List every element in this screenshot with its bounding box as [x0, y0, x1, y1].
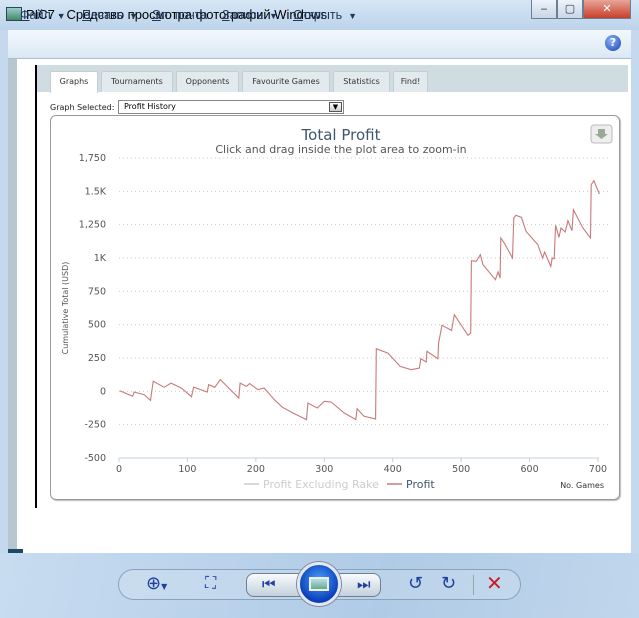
next-icon[interactable]: ⏭	[357, 575, 371, 593]
chevron-down-icon: ▼	[128, 11, 138, 21]
delete-icon[interactable]: ✕	[486, 571, 503, 595]
tab-find[interactable]: Find!	[393, 71, 428, 92]
y-axis-label: Cumulative Total (USD)	[61, 262, 70, 355]
x-tick-label: 600	[521, 464, 539, 475]
slideshow-icon	[309, 577, 329, 591]
x-tick-label: 100	[178, 464, 196, 475]
graph-selected-label: Graph Selected:	[50, 103, 115, 112]
chevron-down-icon: ▼	[348, 11, 358, 21]
y-tick-label: 0	[100, 386, 106, 397]
y-tick-label: 250	[88, 353, 106, 364]
legend-item-profit-excluding-rake[interactable]: Profit Excluding Rake	[244, 478, 379, 491]
x-tick-label: 400	[384, 464, 402, 475]
close-button[interactable]: ✕	[583, 0, 631, 19]
x-axis-label: No. Games	[560, 481, 604, 490]
rotate-left-icon[interactable]: ↺	[408, 573, 423, 594]
chart-subtitle: Click and drag inside the plot area to z…	[215, 143, 466, 156]
menu-bar	[8, 30, 631, 59]
help-icon[interactable]: ?	[605, 35, 621, 51]
tab-opponents[interactable]: Opponents	[176, 71, 239, 92]
zoom-icon[interactable]: ⊕▼	[146, 573, 167, 594]
profit-chart[interactable]: Total Profit Click and drag inside the p…	[51, 116, 621, 501]
chevron-down-icon: ▼	[269, 11, 278, 21]
menu-label: ткрыть	[302, 8, 343, 22]
rotate-right-icon[interactable]: ↻	[441, 573, 456, 594]
maximize-button[interactable]: ▢	[557, 0, 583, 19]
graph-select[interactable]: Profit History ▼	[118, 100, 344, 114]
y-tick-label: 500	[88, 320, 106, 331]
legend-label: Profit Excluding Rake	[263, 478, 379, 491]
menu-key: П	[82, 8, 91, 22]
left-edge	[8, 59, 17, 553]
menu-key: Э	[152, 8, 161, 22]
menu-label: ечать	[90, 8, 123, 22]
x-tick-label: 0	[116, 464, 122, 475]
chart-container[interactable]: Total Profit Click and drag inside the p…	[50, 115, 620, 500]
y-tick-label: 1,750	[79, 153, 106, 164]
previous-icon[interactable]: ⏮	[262, 575, 276, 593]
divider	[35, 65, 37, 508]
download-button[interactable]	[590, 124, 613, 144]
menu-print[interactable]: Печать ▼	[82, 8, 138, 22]
y-tick-label: -500	[84, 453, 106, 464]
menu-burn[interactable]: Запись ▼	[222, 8, 278, 22]
y-tick-label: 750	[88, 286, 106, 297]
tab-favourite-games[interactable]: Favourite Games	[242, 71, 330, 92]
tab-statistics[interactable]: Statistics	[333, 71, 390, 92]
y-tick-label: 1K	[94, 253, 107, 264]
menu-key: О	[293, 8, 303, 22]
slideshow-button[interactable]	[297, 562, 341, 606]
menu-key: Ф	[20, 8, 30, 22]
menu-label: апись	[229, 8, 264, 22]
legend-item-profit[interactable]: Profit	[387, 478, 435, 491]
chart-title: Total Profit	[301, 126, 381, 144]
fit-window-icon[interactable]: ⛶	[205, 573, 216, 593]
x-tick-label: 300	[315, 464, 333, 475]
tab-graphs[interactable]: Graphs	[50, 71, 98, 93]
y-tick-label: 1.5K	[85, 186, 107, 197]
menu-email[interactable]: Эл. почта	[152, 8, 207, 22]
menu-key: З	[222, 8, 230, 22]
graph-select-value: Profit History	[124, 102, 176, 111]
x-tick-label: 200	[247, 464, 265, 475]
menu-label: айл	[29, 8, 51, 22]
chevron-down-icon[interactable]: ▼	[329, 102, 342, 112]
menu-file[interactable]: Файл ▼	[20, 8, 66, 22]
legend-label: Profit	[406, 478, 435, 491]
x-tick-label: 700	[589, 464, 607, 475]
chevron-down-icon: ▼	[56, 11, 66, 21]
x-tick-label: 500	[452, 464, 470, 475]
profit-series-line	[119, 179, 600, 421]
menu-open[interactable]: Открыть ▼	[293, 8, 357, 22]
toolbar-separator	[473, 575, 474, 595]
y-tick-label: 1,250	[79, 220, 106, 231]
minimize-button[interactable]: ‒	[531, 0, 557, 19]
menu-label: л. почта	[160, 8, 208, 22]
y-tick-label: -250	[84, 420, 106, 431]
tab-tournaments[interactable]: Tournaments	[101, 71, 173, 92]
